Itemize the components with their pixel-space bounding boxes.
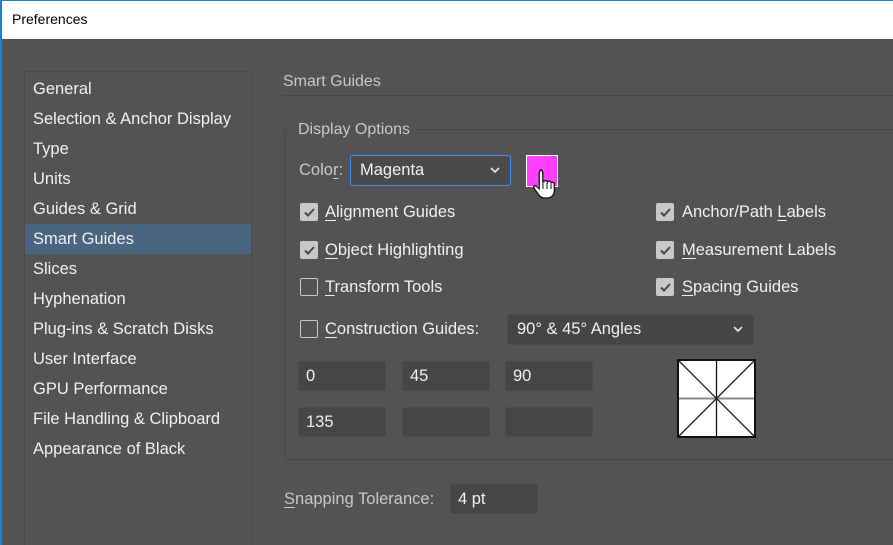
checkmark-icon (660, 208, 671, 217)
object-highlighting-checkbox[interactable] (300, 241, 318, 259)
angle-field-3[interactable]: 90 (505, 361, 593, 391)
checkmark-icon (304, 246, 315, 255)
construction-angles-preview-icon (677, 359, 756, 438)
construction-guides-label[interactable]: Construction Guides: (325, 320, 479, 339)
label-text: ransform Tools (334, 278, 443, 296)
object-highlighting-label[interactable]: Object Highlighting (325, 241, 464, 260)
sidebar-item-plugins-scratch-disks[interactable]: Plug-ins & Scratch Disks (25, 314, 251, 344)
sidebar-item-hyphenation[interactable]: Hyphenation (25, 284, 251, 314)
sidebar-item-user-interface[interactable]: User Interface (25, 344, 251, 374)
angle-field-5[interactable] (402, 407, 490, 437)
mnemonic: S (284, 490, 296, 508)
window-title: Preferences (12, 11, 88, 27)
section-divider (283, 95, 893, 96)
checkmark-icon (660, 246, 671, 255)
snapping-tolerance-field[interactable]: 4 pt (450, 484, 538, 514)
angle-field-1[interactable]: 0 (298, 361, 386, 391)
sidebar-item-units[interactable]: Units (25, 164, 251, 194)
measurement-labels-checkbox[interactable] (656, 241, 674, 259)
mnemonic: C (325, 320, 337, 338)
section-title: Smart Guides (283, 73, 381, 90)
spacing-guides-label[interactable]: Spacing Guides (682, 278, 799, 297)
measurement-labels-label[interactable]: Measurement Labels (682, 241, 836, 260)
alignment-guides-checkbox[interactable] (300, 203, 318, 221)
label-text: Anchor/Path (682, 203, 778, 221)
snapping-tolerance-label: Snapping Tolerance: (284, 490, 434, 509)
sidebar-item-guides-grid[interactable]: Guides & Grid (25, 194, 251, 224)
color-dropdown[interactable]: Magenta (350, 155, 511, 186)
alignment-guides-label[interactable]: Alignment Guides (325, 203, 455, 222)
sidebar-item-file-handling-clipboard[interactable]: File Handling & Clipboard (25, 404, 251, 434)
angle-field-6[interactable] (505, 407, 593, 437)
sidebar-item-slices[interactable]: Slices (25, 254, 251, 284)
angle-field-2[interactable]: 45 (402, 361, 490, 391)
mnemonic: S (682, 278, 694, 296)
sidebar-item-smart-guides[interactable]: Smart Guides (25, 224, 251, 254)
checkmark-icon (304, 208, 315, 217)
spacing-guides-checkbox[interactable] (656, 278, 674, 296)
chevron-down-icon (490, 167, 500, 174)
label-text: easurement Labels (695, 241, 837, 259)
sidebar-item-selection-anchor-display[interactable]: Selection & Anchor Display (25, 104, 251, 134)
hand-pointer-cursor-icon (532, 169, 556, 199)
color-label-colon: : (338, 161, 344, 179)
color-label: Color: (299, 161, 343, 180)
mnemonic: L (777, 203, 787, 221)
construction-guides-checkbox[interactable] (300, 320, 318, 338)
checkmark-icon (660, 283, 671, 292)
color-label-text: Colo (299, 161, 333, 179)
chevron-down-icon (733, 326, 743, 333)
label-text: lignment Guides (336, 203, 456, 221)
sidebar-item-type[interactable]: Type (25, 134, 251, 164)
color-dropdown-value: Magenta (360, 161, 425, 179)
label-text: abels (786, 203, 827, 221)
mnemonic: O (325, 241, 338, 259)
label-text: bject Highlighting (337, 241, 464, 259)
anchor-path-labels-label[interactable]: Anchor/Path Labels (682, 203, 826, 222)
label-text: pacing Guides (693, 278, 799, 296)
angle-field-4[interactable]: 135 (298, 407, 386, 437)
transform-tools-label[interactable]: Transform Tools (325, 278, 442, 297)
anchor-path-labels-checkbox[interactable] (656, 203, 674, 221)
construction-guides-dropdown[interactable]: 90° & 45° Angles (507, 314, 754, 345)
mnemonic: M (682, 241, 696, 259)
label-text: onstruction Guides: (336, 320, 480, 338)
preferences-category-list: General Selection & Anchor Display Type … (24, 71, 252, 545)
title-bar: Preferences (2, 1, 893, 39)
sidebar-item-appearance-of-black[interactable]: Appearance of Black (25, 434, 251, 464)
mnemonic: A (325, 203, 337, 221)
sidebar-item-gpu-performance[interactable]: GPU Performance (25, 374, 251, 404)
display-options-legend: Display Options (292, 121, 417, 139)
sidebar-item-general[interactable]: General (25, 74, 251, 104)
label-text: napping Tolerance: (295, 490, 435, 508)
transform-tools-checkbox[interactable] (300, 278, 318, 296)
construction-guides-dropdown-value: 90° & 45° Angles (517, 320, 642, 338)
